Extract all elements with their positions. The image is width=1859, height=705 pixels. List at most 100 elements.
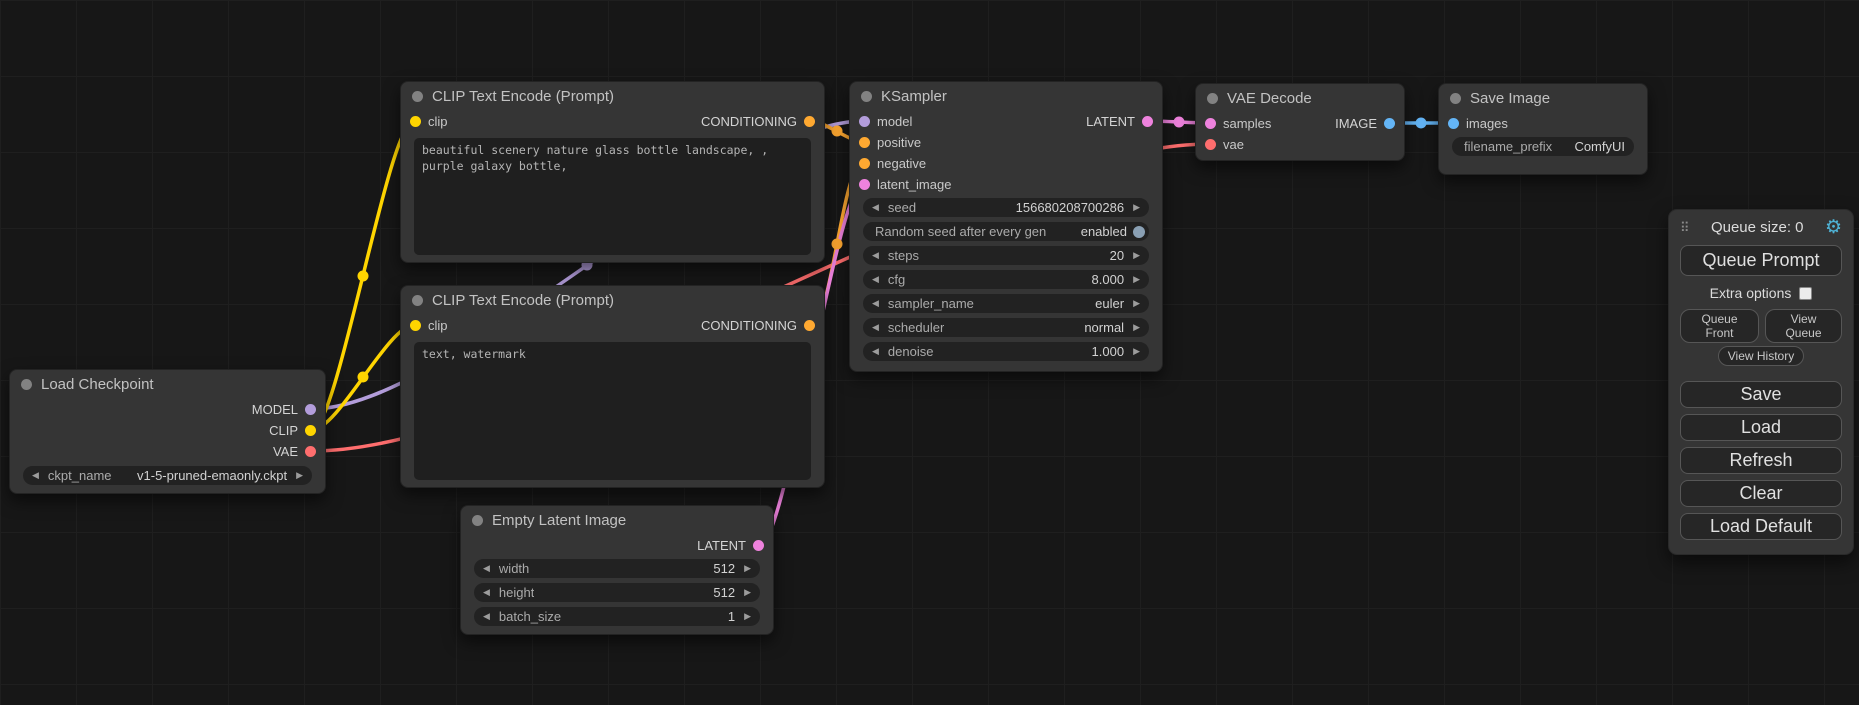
decrement-icon[interactable]: ◀ xyxy=(872,250,879,261)
increment-icon[interactable]: ▶ xyxy=(744,563,751,574)
widget-random-seed-toggle[interactable]: Random seed after every gen enabled xyxy=(863,222,1149,241)
node-save-image[interactable]: Save Image images filename_prefix ComfyU… xyxy=(1438,83,1648,175)
load-button[interactable]: Load xyxy=(1680,414,1842,441)
drag-handle-icon[interactable]: ⠿ xyxy=(1680,220,1690,236)
save-button[interactable]: Save xyxy=(1680,381,1842,408)
samples-input-dot[interactable] xyxy=(1205,118,1216,129)
node-status-dot-icon xyxy=(861,91,872,102)
widget-sampler-name[interactable]: ◀ sampler_name euler ▶ xyxy=(863,294,1149,313)
decrement-icon[interactable]: ◀ xyxy=(483,563,490,574)
wire-midpoint-dot xyxy=(1174,117,1185,128)
widget-label: Random seed after every gen xyxy=(875,224,1046,239)
vae-output-dot[interactable] xyxy=(305,446,316,457)
node-title-bar[interactable]: Load Checkpoint xyxy=(10,370,325,399)
decrement-icon[interactable]: ◀ xyxy=(32,470,39,481)
widget-width[interactable]: ◀ width 512 ▶ xyxy=(474,559,760,578)
widget-ckpt-name[interactable]: ◀ ckpt_name v1-5-pruned-emaonly.ckpt ▶ xyxy=(23,466,312,485)
widget-value: enabled xyxy=(1081,224,1127,239)
clip-input-dot[interactable] xyxy=(410,320,421,331)
input-label-positive: positive xyxy=(877,135,921,150)
node-title-bar[interactable]: CLIP Text Encode (Prompt) xyxy=(401,82,824,111)
images-input-dot[interactable] xyxy=(1448,118,1459,129)
negative-input-dot[interactable] xyxy=(859,158,870,169)
increment-icon[interactable]: ▶ xyxy=(1133,250,1140,261)
widget-denoise[interactable]: ◀ denoise 1.000 ▶ xyxy=(863,342,1149,361)
input-label-latent-image: latent_image xyxy=(877,177,951,192)
decrement-icon[interactable]: ◀ xyxy=(872,202,879,213)
clip-input-dot[interactable] xyxy=(410,116,421,127)
widget-batch-size[interactable]: ◀ batch_size 1 ▶ xyxy=(474,607,760,626)
node-status-dot-icon xyxy=(1450,93,1461,104)
node-ksampler[interactable]: KSampler model LATENT positive negative … xyxy=(849,81,1163,372)
node-clip-text-encode-positive[interactable]: CLIP Text Encode (Prompt) clip CONDITION… xyxy=(400,81,825,263)
latent-image-input-dot[interactable] xyxy=(859,179,870,190)
widget-scheduler[interactable]: ◀ scheduler normal ▶ xyxy=(863,318,1149,337)
decrement-icon[interactable]: ◀ xyxy=(872,274,879,285)
widget-label: sampler_name xyxy=(888,296,974,311)
queue-menu-panel: ⠿ Queue size: 0 ⚙ Queue Prompt Extra opt… xyxy=(1668,209,1854,555)
widget-height[interactable]: ◀ height 512 ▶ xyxy=(474,583,760,602)
node-title-bar[interactable]: CLIP Text Encode (Prompt) xyxy=(401,286,824,315)
model-output-dot[interactable] xyxy=(305,404,316,415)
increment-icon[interactable]: ▶ xyxy=(744,611,751,622)
vae-input-dot[interactable] xyxy=(1205,139,1216,150)
output-label-image: IMAGE xyxy=(1335,116,1377,131)
increment-icon[interactable]: ▶ xyxy=(744,587,751,598)
settings-gear-icon[interactable]: ⚙ xyxy=(1825,218,1842,237)
increment-icon[interactable]: ▶ xyxy=(296,470,303,481)
node-vae-decode[interactable]: VAE Decode samples IMAGE vae xyxy=(1195,83,1405,161)
node-clip-text-encode-negative[interactable]: CLIP Text Encode (Prompt) clip CONDITION… xyxy=(400,285,825,488)
prompt-textarea[interactable]: beautiful scenery nature glass bottle la… xyxy=(414,138,811,255)
extra-options-label: Extra options xyxy=(1710,285,1792,301)
graph-canvas[interactable]: Load Checkpoint MODEL CLIP VAE ◀ ckpt_na… xyxy=(0,0,1859,705)
view-queue-button[interactable]: View Queue xyxy=(1765,309,1842,343)
node-title-bar[interactable]: VAE Decode xyxy=(1196,84,1404,113)
widget-value: euler xyxy=(1095,296,1124,311)
widget-label: batch_size xyxy=(499,609,561,624)
prompt-textarea[interactable]: text, watermark xyxy=(414,342,811,480)
input-label-negative: negative xyxy=(877,156,926,171)
conditioning-output-dot[interactable] xyxy=(804,116,815,127)
wire-midpoint-dot xyxy=(358,271,369,282)
toggle-dot-icon[interactable] xyxy=(1133,226,1145,238)
queue-prompt-button[interactable]: Queue Prompt xyxy=(1680,245,1842,276)
view-history-button[interactable]: View History xyxy=(1718,346,1804,366)
decrement-icon[interactable]: ◀ xyxy=(483,587,490,598)
increment-icon[interactable]: ▶ xyxy=(1133,346,1140,357)
output-label-clip: CLIP xyxy=(269,423,298,438)
extra-options-checkbox[interactable] xyxy=(1799,287,1812,300)
widget-seed[interactable]: ◀ seed 156680208700286 ▶ xyxy=(863,198,1149,217)
clear-button[interactable]: Clear xyxy=(1680,480,1842,507)
node-title-bar[interactable]: KSampler xyxy=(850,82,1162,111)
model-input-dot[interactable] xyxy=(859,116,870,127)
refresh-button[interactable]: Refresh xyxy=(1680,447,1842,474)
increment-icon[interactable]: ▶ xyxy=(1133,202,1140,213)
node-load-checkpoint[interactable]: Load Checkpoint MODEL CLIP VAE ◀ ckpt_na… xyxy=(9,369,326,494)
positive-input-dot[interactable] xyxy=(859,137,870,148)
decrement-icon[interactable]: ◀ xyxy=(483,611,490,622)
widget-steps[interactable]: ◀ steps 20 ▶ xyxy=(863,246,1149,265)
clip-output-dot[interactable] xyxy=(305,425,316,436)
widget-value: 512 xyxy=(713,585,735,600)
conditioning-output-dot[interactable] xyxy=(804,320,815,331)
node-empty-latent-image[interactable]: Empty Latent Image LATENT ◀ width 512 ▶ … xyxy=(460,505,774,635)
latent-output-dot[interactable] xyxy=(1142,116,1153,127)
node-title-bar[interactable]: Empty Latent Image xyxy=(461,506,773,535)
decrement-icon[interactable]: ◀ xyxy=(872,346,879,357)
decrement-icon[interactable]: ◀ xyxy=(872,298,879,309)
widget-cfg[interactable]: ◀ cfg 8.000 ▶ xyxy=(863,270,1149,289)
latent-output-dot[interactable] xyxy=(753,540,764,551)
node-status-dot-icon xyxy=(1207,93,1218,104)
node-title-bar[interactable]: Save Image xyxy=(1439,84,1647,113)
decrement-icon[interactable]: ◀ xyxy=(872,322,879,333)
increment-icon[interactable]: ▶ xyxy=(1133,322,1140,333)
increment-icon[interactable]: ▶ xyxy=(1133,298,1140,309)
image-output-dot[interactable] xyxy=(1384,118,1395,129)
load-default-button[interactable]: Load Default xyxy=(1680,513,1842,540)
output-label-latent: LATENT xyxy=(697,538,746,553)
input-label-clip: clip xyxy=(428,318,448,333)
increment-icon[interactable]: ▶ xyxy=(1133,274,1140,285)
queue-front-button[interactable]: Queue Front xyxy=(1680,309,1759,343)
widget-label: width xyxy=(499,561,529,576)
widget-filename-prefix[interactable]: filename_prefix ComfyUI xyxy=(1452,137,1634,156)
